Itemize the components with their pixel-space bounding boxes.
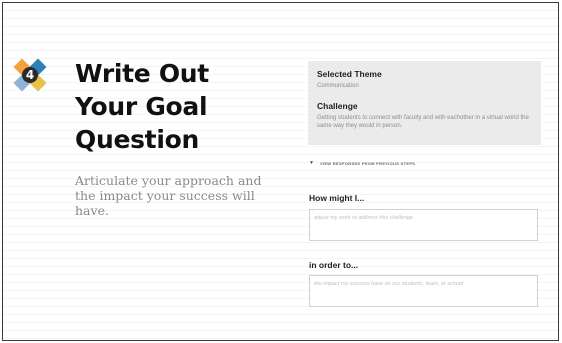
selected-theme-label: Selected Theme: [317, 69, 382, 79]
page-title-line: Write Out: [75, 59, 209, 88]
selected-theme-value: Communication: [317, 83, 359, 89]
step-number: 4: [25, 68, 35, 82]
step-badge: 4: [13, 58, 47, 92]
page-title-line: Your Goal: [75, 92, 208, 121]
how-might-label: How might I...: [309, 193, 365, 203]
challenge-block: Challenge Getting students to connect wi…: [317, 101, 532, 130]
toggle-label: VIEW RESPONSES FROM PREVIOUS STEPS: [319, 160, 416, 166]
view-previous-responses-toggle[interactable]: ▼ VIEW RESPONSES FROM PREVIOUS STEPS: [309, 160, 415, 166]
triangle-down-icon: ▼: [309, 160, 314, 166]
challenge-value: Getting students to connect with faculty…: [317, 115, 529, 129]
page-title: Write Out Your Goal Question: [75, 57, 275, 156]
challenge-label: Challenge: [317, 101, 358, 111]
theme-panel: Selected Theme Communication Challenge G…: [308, 61, 541, 145]
in-order-to-label: in order to...: [309, 260, 359, 270]
how-might-input[interactable]: adjust my work to address this challenge: [309, 209, 538, 241]
in-order-to-input[interactable]: the impact my success have on our studen…: [309, 275, 538, 307]
slide-frame: 4 Write Out Your Goal Question Articulat…: [2, 2, 559, 341]
page-subtitle: Articulate your approach and the impact …: [75, 173, 262, 218]
page-title-line: Question: [75, 125, 199, 154]
